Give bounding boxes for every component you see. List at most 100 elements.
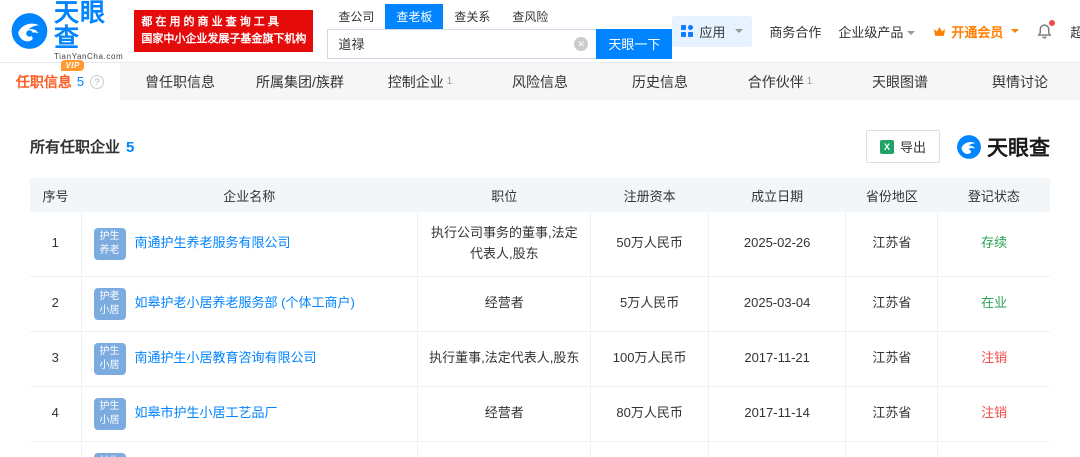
company-badge: 护生 小居 — [93, 342, 126, 375]
username: 超级... — [1070, 24, 1080, 40]
search-button[interactable]: 天眼一下 — [596, 28, 673, 59]
company-badge-line: 护生 — [99, 401, 120, 413]
position-cell: 经营者 — [417, 276, 592, 332]
tianyancha-watermark-icon — [957, 134, 981, 159]
apps-menu[interactable]: 应用 — [672, 15, 753, 47]
tab-sup-count: 1 — [446, 76, 453, 87]
apps-menu-label: 应用 — [699, 24, 726, 40]
tianyancha-watermark: 天眼查 — [956, 132, 1050, 162]
row-number: 5 — [30, 441, 82, 457]
company-inner: 护生 小居 南通护生小居教育咨询有限公司 — [93, 342, 410, 375]
company-badge: 护生 养老 — [93, 227, 126, 260]
company-link[interactable]: 如皋护老小居养老服务部 (个体工商户) — [135, 293, 355, 314]
crown-icon — [934, 26, 946, 36]
position-cell: 经营者 — [417, 441, 592, 457]
search-tab[interactable]: 查公司 — [327, 4, 385, 29]
date-cell: 2025-03-04 — [708, 276, 847, 332]
tab-partners[interactable]: 合作伙伴 1 — [720, 63, 840, 100]
column-header: 职位 — [417, 178, 591, 212]
promo-banner: 都 在 用 的 商 业 查 询 工 具 国家中小企业发展子基金旗下机构 — [134, 9, 314, 53]
export-button-label: 导出 — [899, 140, 926, 155]
table-row: 4 护生 小居 如皋市护生小居工艺品厂 经营者 80万人民币 2017-11-14 江苏省 注销 — [30, 386, 1050, 442]
date-cell: 2023-01-20 — [708, 441, 847, 457]
tab-label: 任职信息 VIP — [16, 59, 84, 92]
search-input[interactable] — [327, 28, 597, 59]
topbar: 天眼查 TianYanCha.com 都 在 用 的 商 业 查 询 工 具 国… — [0, 0, 1080, 62]
chevron-down-icon — [907, 30, 916, 39]
section-title: 所有任职企业 5 — [30, 136, 134, 157]
column-header: 成立日期 — [708, 178, 846, 212]
tab-current-positions[interactable]: 任职信息 VIP 5? — [0, 59, 120, 100]
nav-open-vip[interactable]: 开通会员 — [932, 22, 1020, 41]
company-badge-line: 护生 — [99, 231, 120, 243]
company-badge-line: 小居 — [99, 304, 120, 316]
status-cell: 存续 — [937, 212, 1050, 277]
company-table: 序号 企业名称 职位 注册资本 成立日期 省份地区 登记状态 1 护生 养老 南通护生养老服务有限… — [30, 178, 1050, 457]
export-button[interactable]: X 导出 — [865, 130, 940, 163]
tab-past-positions[interactable]: 曾任职信息 — [120, 63, 240, 100]
tab-history-info[interactable]: 历史信息 — [600, 63, 720, 100]
company-inner: 护生 小居 如皋市护生小居工艺品厂 — [93, 397, 410, 430]
company-cell: 护生 养老 南通护生养老服务有限公司 — [81, 212, 419, 277]
section-actions: X 导出 天眼查 — [865, 130, 1050, 163]
tab-risk-info[interactable]: 风险信息 — [480, 63, 600, 100]
status-cell: 注销 — [937, 386, 1050, 442]
nav-business-cooperation[interactable]: 商务合作 — [769, 22, 821, 41]
company-cell: 护老 小居 如皋护老小居养老服务部 (个体工商户) — [81, 276, 419, 332]
tab-label: 合作伙伴 — [747, 73, 804, 90]
search-tab[interactable]: 查老板 — [385, 3, 444, 29]
tab-public-opinion[interactable]: 舆情讨论 — [960, 63, 1080, 100]
section-count: 5 — [126, 139, 135, 156]
company-inner: 护生百货绍兴市上虞区护生百货商行 — [93, 452, 410, 457]
company-badge-line: 护老 — [99, 291, 120, 303]
tianyancha-logo-icon — [11, 13, 48, 49]
tab-label: 所属集团/族群 — [256, 73, 344, 90]
search-tab[interactable]: 查关系 — [443, 4, 501, 29]
tab-label: 历史信息 — [632, 73, 688, 90]
row-number: 4 — [30, 386, 82, 442]
section-header: 所有任职企业 5 X 导出 天眼查 — [30, 130, 1050, 163]
date-cell: 2017-11-21 — [708, 331, 847, 387]
capital-cell: - — [590, 441, 709, 457]
column-header: 省份地区 — [845, 178, 938, 212]
search-tabs: 查公司 查老板 查关系 查风险 — [327, 3, 672, 29]
company-link[interactable]: 南通护生小居教育咨询有限公司 — [135, 348, 317, 369]
row-number: 2 — [30, 276, 82, 332]
table-row: 5 护生百货绍兴市上虞区护生百货商行 经营者-2023-01-20浙江省注销 — [30, 441, 1050, 457]
status-cell: 在业 — [937, 276, 1050, 332]
nav-enterprise-products[interactable]: 企业级产品 — [838, 22, 916, 41]
position-cell: 经营者 — [417, 386, 592, 442]
tab-graph[interactable]: 天眼图谱 — [840, 63, 960, 100]
company-cell: 护生百货绍兴市上虞区护生百货商行 — [81, 441, 419, 457]
banner-line2: 国家中小企业发展子基金旗下机构 — [141, 33, 307, 45]
clear-icon[interactable]: ✕ — [574, 36, 589, 51]
tab-group[interactable]: 所属集团/族群 — [240, 63, 360, 100]
company-badge-line: 小居 — [99, 359, 120, 371]
row-number: 1 — [30, 212, 82, 277]
column-header: 登记状态 — [937, 178, 1050, 212]
search-tab[interactable]: 查风险 — [501, 4, 559, 29]
notification-dot — [1049, 19, 1056, 26]
province-cell: 浙江省 — [845, 441, 939, 457]
company-link[interactable]: 如皋市护生小居工艺品厂 — [135, 403, 278, 424]
capital-cell: 5万人民币 — [590, 276, 709, 332]
search-box: ✕ 天眼一下 — [327, 28, 673, 59]
table-header-row: 序号 企业名称 职位 注册资本 成立日期 省份地区 登记状态 — [30, 178, 1050, 212]
nav-enterprise-products-label: 企业级产品 — [838, 24, 904, 40]
tab-controlled-companies[interactable]: 控制企业 1 — [360, 63, 480, 100]
column-header: 注册资本 — [590, 178, 709, 212]
tab-label: 天眼图谱 — [872, 73, 928, 90]
status-cell: 注销 — [937, 441, 1050, 457]
main-content: 所有任职企业 5 X 导出 天眼查 序号 企业名称 职位 注册资本 成立日期 省份地区 登记状… — [0, 100, 1080, 457]
tab-sup-count: 1 — [806, 76, 813, 87]
help-icon[interactable]: ? — [90, 74, 105, 89]
user-menu[interactable]: 超级... — [1070, 22, 1080, 41]
capital-cell: 50万人民币 — [590, 212, 709, 277]
column-header: 企业名称 — [81, 178, 418, 212]
chevron-down-icon — [1011, 29, 1020, 37]
company-link[interactable]: 南通护生养老服务有限公司 — [135, 233, 291, 254]
status-cell: 注销 — [937, 331, 1050, 387]
tianyancha-logo[interactable]: 天眼查 TianYanCha.com — [10, 1, 126, 61]
company-badge-line: 小居 — [99, 414, 120, 426]
notification-bell-icon[interactable] — [1036, 19, 1056, 40]
